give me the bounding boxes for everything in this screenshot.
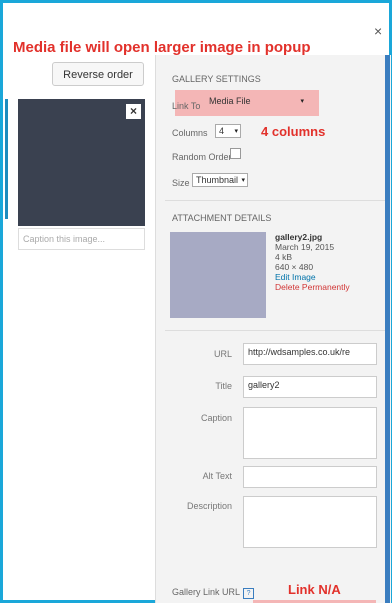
caption-textarea[interactable]: [243, 407, 377, 459]
url-field[interactable]: http://wdsamples.co.uk/re: [243, 343, 377, 365]
annotation-columns: 4 columns: [261, 124, 326, 139]
attachment-filesize: 4 kB: [275, 252, 293, 262]
random-order-checkbox[interactable]: [230, 148, 241, 159]
link-to-select[interactable]: Media File ▾: [206, 95, 306, 109]
random-order-label: Random Order: [172, 152, 232, 162]
columns-select[interactable]: 4 ▾: [215, 124, 241, 138]
url-label: URL: [213, 349, 232, 359]
alt-text-label: Alt Text: [202, 471, 232, 481]
size-value: Thumbnail: [196, 175, 239, 185]
divider: [165, 330, 385, 331]
chevron-down-icon: ▾: [300, 98, 304, 105]
delete-permanently-link[interactable]: Delete Permanently: [275, 282, 350, 292]
close-icon[interactable]: ×: [374, 23, 382, 39]
help-icon[interactable]: ?: [243, 588, 255, 599]
caption-label: Caption: [200, 413, 232, 423]
size-select[interactable]: Thumbnail ▾: [192, 173, 248, 187]
link-to-value: Media File: [209, 96, 251, 106]
chevron-down-icon: ▾: [241, 177, 245, 184]
attachment-preview: [170, 232, 266, 318]
scrollbar[interactable]: [385, 55, 390, 603]
description-textarea[interactable]: [243, 496, 377, 548]
caption-input[interactable]: Caption this image...: [18, 228, 145, 250]
reverse-order-button[interactable]: Reverse order: [52, 62, 144, 86]
title-label: Title: [215, 381, 232, 391]
attachment-date: March 19, 2015: [275, 242, 335, 252]
annotation-popup: Media file will open larger image in pop…: [13, 39, 311, 56]
chevron-down-icon: ▾: [234, 128, 238, 135]
attachment-dimensions: 640 × 480: [275, 262, 314, 272]
attachment-filename: gallery2.jpg: [275, 232, 323, 242]
columns-value: 4: [219, 126, 225, 136]
title-field[interactable]: gallery2: [243, 376, 377, 398]
selection-bar: [5, 99, 8, 219]
description-label: Description: [186, 501, 232, 511]
gallery-link-text: Gallery Link URL: [172, 587, 241, 597]
alt-text-field[interactable]: [243, 466, 377, 488]
gallery-settings-title: Gallery Settings: [172, 74, 261, 84]
attachment-meta: gallery2.jpg March 19, 2015 4 kB 640 × 4…: [275, 232, 350, 292]
annotation-link-na: Link N/A: [288, 582, 341, 597]
size-label: Size: [172, 178, 190, 188]
gallery-link-label: Gallery Link URL?: [172, 587, 255, 599]
attachment-details-title: Attachment Details: [172, 213, 272, 223]
edit-image-link[interactable]: Edit Image: [275, 272, 350, 282]
gallery-thumbnail[interactable]: ×: [18, 99, 145, 226]
columns-label: Columns: [172, 128, 208, 138]
remove-image-icon[interactable]: ×: [126, 104, 141, 119]
divider: [165, 200, 385, 201]
link-to-label: Link To: [172, 101, 201, 111]
